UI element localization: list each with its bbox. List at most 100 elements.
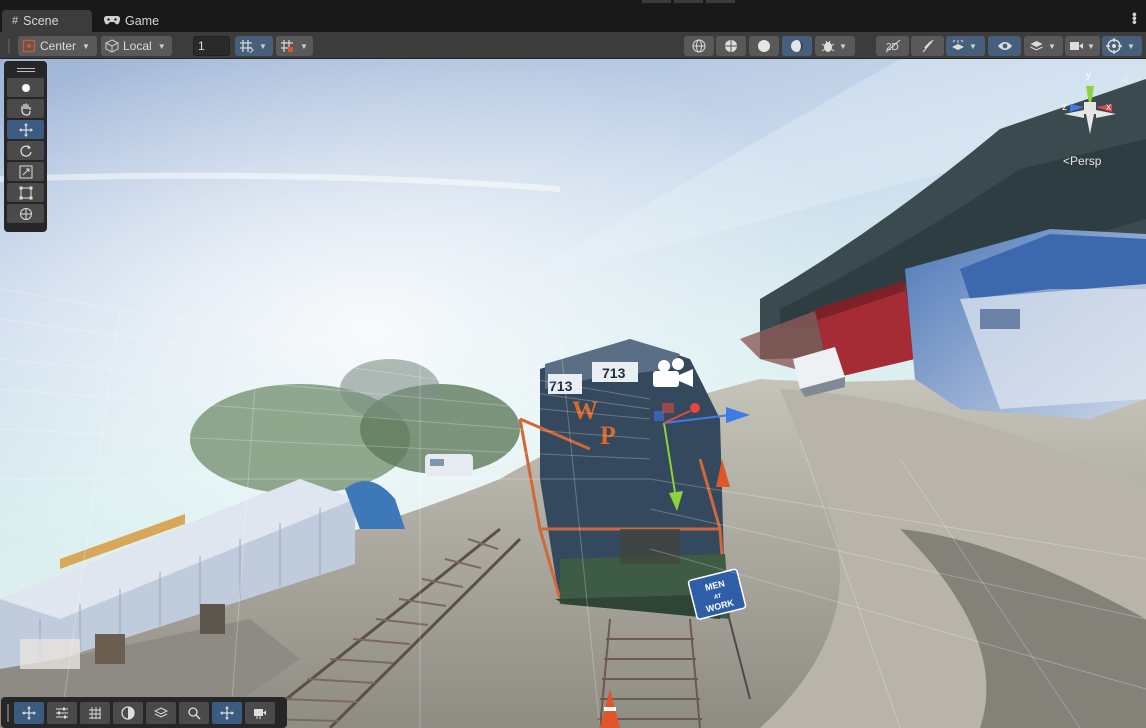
- shading-shaded-wireframe-button[interactable]: [716, 36, 746, 56]
- editor-tab-strip: # Scene Game •••: [0, 0, 1146, 32]
- gizmo-x-label: x: [1106, 102, 1111, 113]
- tools-overlay: [4, 61, 47, 232]
- dot-icon: [20, 82, 32, 94]
- scale-icon: [19, 165, 33, 179]
- tab-scene[interactable]: # Scene: [2, 10, 92, 32]
- locomotive-number-right: 713: [602, 365, 626, 381]
- gamepad-icon: [103, 14, 121, 28]
- gizmo-y-label: y: [1086, 70, 1091, 81]
- chevron-down-icon: ▼: [969, 41, 977, 51]
- gizmos-dropdown[interactable]: ▼: [1102, 36, 1142, 56]
- cube-icon: [105, 39, 119, 53]
- grid-snapping-toggle[interactable]: ▼: [235, 36, 273, 56]
- toggle-2d-button[interactable]: 2D: [876, 36, 909, 56]
- solid-sphere-icon: [757, 39, 771, 53]
- scene-viewport[interactable]: 713 713 W P MEN AT WORK: [0, 59, 1146, 728]
- overlay-move-button[interactable]: [14, 701, 44, 724]
- pivot-rotation-dropdown[interactable]: Local ▼: [101, 36, 172, 56]
- overlay-shading-button[interactable]: [113, 701, 143, 724]
- move-tool-button[interactable]: [7, 120, 44, 139]
- lit-sphere-icon: [790, 39, 804, 53]
- chevron-down-icon: ▼: [839, 41, 847, 51]
- scene-render: 713 713 W P MEN AT WORK: [0, 59, 1146, 728]
- projection-label: Persp: [1070, 154, 1102, 168]
- 2d-mode-icon: 2D: [885, 39, 901, 53]
- chevron-down-icon: ▼: [1048, 41, 1056, 51]
- move-arrows-icon: [220, 705, 234, 720]
- rotate-tool-button[interactable]: [7, 141, 44, 160]
- toggle-lighting-button[interactable]: [911, 36, 944, 56]
- chevron-down-icon: ▼: [1087, 41, 1095, 51]
- pivot-mode-dropdown[interactable]: Center ▼: [18, 36, 97, 56]
- scene-camera-dropdown[interactable]: ▼: [1065, 36, 1100, 56]
- move-arrows-icon: [18, 122, 33, 137]
- debug-draw-mode-dropdown[interactable]: ▼: [815, 36, 855, 56]
- transform-tool-button[interactable]: [7, 204, 44, 223]
- tab-game[interactable]: Game: [94, 10, 164, 32]
- more-options-icon[interactable]: •••: [1127, 12, 1143, 24]
- hand-tool-button[interactable]: [7, 99, 44, 118]
- projection-toggle[interactable]: <Persp: [1063, 154, 1101, 168]
- sliders-icon: [55, 706, 69, 720]
- increment-snap-icon: [280, 39, 295, 53]
- chevron-down-icon: ▼: [259, 41, 267, 51]
- shading-shaded-button[interactable]: [749, 36, 779, 56]
- shaded-wireframe-sphere-icon: [724, 39, 738, 53]
- shading-wireframe-button[interactable]: [684, 36, 714, 56]
- camera-icon: [253, 706, 267, 720]
- increment-snap-dropdown[interactable]: ▼: [276, 36, 313, 56]
- gizmo-crosshair-icon: [1106, 38, 1122, 54]
- chevron-down-icon: ▼: [300, 41, 308, 51]
- scene-toolbar: Center ▼ Local ▼ 1 ▼ ▼ ▼ 2D ▼ ▼ ▼ ▼: [0, 32, 1146, 59]
- overlay-camera-button[interactable]: [245, 701, 275, 724]
- layout-drag-handles: [642, 0, 735, 3]
- grid-size-value: 1: [198, 39, 205, 53]
- scene-effects-dropdown[interactable]: ▼: [946, 36, 985, 56]
- wireframe-sphere-icon: [692, 39, 706, 53]
- scene-visibility-toggle[interactable]: [988, 36, 1021, 56]
- video-camera-icon: [1069, 40, 1084, 52]
- rect-transform-icon: [19, 186, 33, 200]
- grid-size-field[interactable]: 1: [193, 36, 230, 56]
- rotate-icon: [19, 144, 33, 158]
- gizmo-z-label: z: [1062, 102, 1067, 113]
- locomotive-number-left: 713: [549, 378, 573, 394]
- chevron-down-icon: ▼: [1127, 41, 1135, 51]
- hand-icon: [19, 102, 33, 116]
- grid-icon: #: [12, 15, 19, 27]
- grid-hatch-icon: [88, 706, 102, 720]
- tab-game-label: Game: [125, 14, 160, 28]
- tab-scene-label: Scene: [23, 14, 59, 28]
- overlay-layers-button[interactable]: [146, 701, 176, 724]
- rect-tool-button[interactable]: [7, 183, 44, 202]
- shading-lit-button[interactable]: [782, 36, 812, 56]
- pivot-rotation-label: Local: [123, 39, 152, 53]
- overlay-search-button[interactable]: [179, 701, 209, 724]
- grid-snap-icon: [239, 39, 254, 53]
- projection-arrow-icon: <: [1063, 154, 1071, 168]
- universal-transform-icon: [19, 207, 33, 221]
- layers-icon: [154, 706, 168, 720]
- pivot-mode-label: Center: [40, 39, 77, 53]
- lock-icon[interactable]: [1121, 72, 1129, 86]
- light-bulb-off-icon: [921, 39, 935, 53]
- view-tool-button[interactable]: [7, 78, 44, 97]
- search-icon: [187, 706, 201, 720]
- scale-tool-button[interactable]: [7, 162, 44, 181]
- lit-sphere-icon: [121, 705, 135, 720]
- stack-layers-icon: [1029, 39, 1044, 53]
- overlay-toolbar-bottom: [1, 697, 287, 728]
- overlay-drag-handle[interactable]: [7, 64, 44, 76]
- overlay-transform-button[interactable]: [212, 701, 242, 724]
- move-arrows-icon: [22, 705, 36, 720]
- svg-text:2D: 2D: [886, 42, 899, 53]
- hidden-objects-dropdown[interactable]: ▼: [1024, 36, 1063, 56]
- bug-icon: [821, 39, 835, 53]
- eye-icon: [997, 40, 1013, 52]
- chevron-down-icon: ▼: [82, 41, 90, 51]
- effects-layers-icon: [951, 39, 965, 53]
- overlay-grid-button[interactable]: [80, 701, 110, 724]
- overlay-align-button[interactable]: [47, 701, 77, 724]
- toolbar-grip[interactable]: [8, 39, 10, 53]
- overlay-grip[interactable]: [7, 703, 9, 722]
